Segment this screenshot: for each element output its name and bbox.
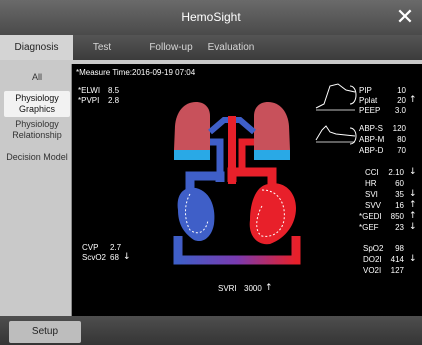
title-bar: HemoSight ✕ [0, 0, 422, 35]
param-gef-label: *GEF [359, 223, 379, 232]
measure-time: *Measure Time:2016-09-19 07:04 [76, 68, 196, 77]
sidebar-item-physiology-graphics[interactable]: Physiology Graphics [4, 91, 70, 117]
param-cci-label: CCI [365, 168, 379, 177]
right-lung [254, 102, 290, 160]
param-do2i-label: DO2I [363, 255, 382, 264]
close-icon[interactable]: ✕ [394, 5, 416, 29]
pulmonary-trunk [210, 138, 224, 174]
param-svi-value: 35 [395, 190, 404, 199]
param-hr-value: 60 [395, 179, 404, 188]
param-pplat-label: Pplat [359, 96, 378, 105]
param-svv-value: 16 [395, 201, 404, 210]
param-scvo2-value: 68 [110, 253, 119, 262]
param-cci-value: 2.10 [388, 168, 404, 177]
tab-bar: Diagnosis Test Follow-up Evaluation [0, 35, 422, 60]
tab-test[interactable]: Test [73, 35, 131, 60]
param-svri-label: SVRI [218, 284, 237, 293]
bottom-bar: Setup [0, 316, 422, 345]
hemosight-window: HemoSight ✕ Diagnosis Test Follow-up Eva… [0, 0, 422, 345]
param-cvp-value: 2.7 [110, 243, 122, 252]
param-gedi-label: *GEDI [359, 212, 382, 221]
app-title: HemoSight [181, 10, 241, 24]
param-do2i-value: 414 [390, 255, 404, 264]
left-heart [249, 183, 296, 245]
up-arrow-icon: ↑ [409, 95, 417, 105]
param-abp-d-value: 70 [397, 146, 406, 155]
param-peep-label: PEEP [359, 106, 381, 115]
tab-diagnosis[interactable]: Diagnosis [0, 35, 73, 60]
sidebar-item-all[interactable]: All [4, 72, 70, 83]
physiology-graphics-panel: *Measure Time:2016-09-19 07:04 *ELWI 8.5… [71, 64, 422, 316]
param-vo2i-label: VO2I [363, 266, 382, 275]
param-elwi-label: *ELWI [78, 86, 101, 95]
param-abp-d-label: ABP-D [359, 146, 384, 155]
param-pip-value: 10 [397, 86, 406, 95]
aortic-arch [227, 167, 277, 184]
param-abp-s-label: ABP-S [359, 124, 384, 133]
param-pvpi-label: *PVPI [78, 96, 100, 105]
param-svri-value: 3000 [244, 284, 262, 293]
param-scvo2-label: ScvO2 [82, 253, 107, 262]
up-arrow-icon: ↑ [409, 211, 417, 221]
down-arrow-icon: ↓ [409, 222, 417, 232]
param-spo2-label: SpO2 [363, 244, 384, 253]
pulmonary-artery-left [208, 117, 230, 135]
param-abp-m-value: 80 [397, 135, 406, 144]
param-pip-label: PIP [359, 86, 372, 95]
down-arrow-icon: ↓ [409, 167, 417, 177]
setup-button[interactable]: Setup [9, 321, 81, 343]
param-svi-label: SVI [365, 190, 378, 199]
down-arrow-icon: ↓ [123, 252, 131, 262]
up-arrow-icon: ↑ [265, 283, 273, 293]
param-elwi-value: 8.5 [108, 86, 120, 95]
param-svv-label: SVV [365, 201, 382, 210]
param-vo2i-value: 127 [390, 266, 404, 275]
param-abp-s-value: 120 [392, 124, 406, 133]
abp-waveform-icon [315, 125, 357, 145]
tab-evaluation[interactable]: Evaluation [195, 35, 267, 60]
param-gef-value: 23 [395, 223, 404, 232]
sidebar-item-decision-model[interactable]: Decision Model [4, 152, 70, 163]
left-lung [174, 102, 210, 160]
param-abp-m-label: ABP-M [359, 135, 385, 144]
sidebar: All Physiology Graphics Physiology Relat… [0, 60, 71, 316]
param-pvpi-value: 2.8 [108, 96, 120, 105]
param-peep-value: 3.0 [394, 106, 406, 115]
pressure-waveform-icon [315, 83, 357, 111]
up-arrow-icon: ↑ [409, 200, 417, 210]
param-spo2-value: 98 [395, 244, 404, 253]
down-arrow-icon: ↓ [409, 189, 417, 199]
param-pplat-value: 20 [397, 96, 406, 105]
sidebar-item-physiology-relationship[interactable]: Physiology Relationship [4, 119, 70, 141]
param-hr-label: HR [365, 179, 377, 188]
param-cvp-label: CVP [82, 243, 99, 252]
down-arrow-icon: ↓ [409, 254, 417, 264]
param-gedi-value: 850 [390, 212, 404, 221]
